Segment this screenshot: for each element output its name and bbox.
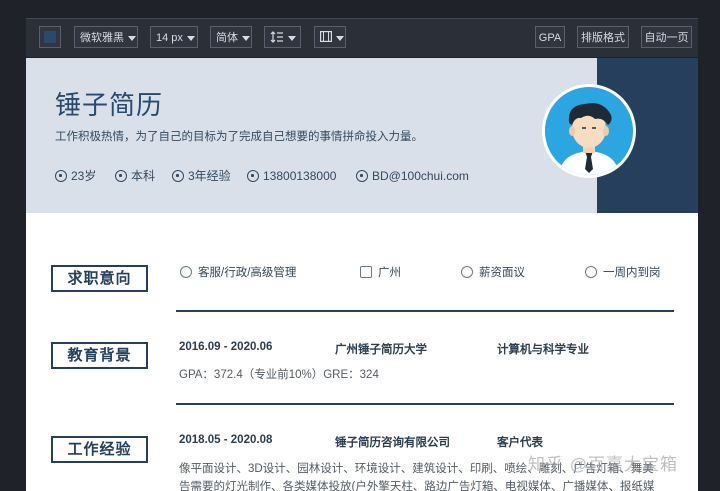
line-height-select[interactable] [264, 26, 301, 48]
auto-one-page-button[interactable]: 自动一页 [641, 26, 692, 48]
degree-icon [115, 170, 127, 182]
chevron-down-icon [242, 35, 250, 41]
tie-icon [180, 266, 192, 278]
education-school[interactable]: 广州锤子简历大学 [335, 341, 427, 357]
chevron-down-icon [336, 35, 344, 41]
resume-summary[interactable]: 工作积极热情，为了自己的目标为了完成自己想要的事情拼命投入力量。 [55, 128, 423, 144]
experience-icon [172, 170, 184, 182]
intent-position[interactable]: 客服/行政/高级管理 [180, 265, 296, 281]
section-divider [176, 403, 674, 405]
chevron-down-icon [288, 35, 296, 41]
layout-select[interactable] [314, 26, 346, 48]
email-icon [356, 170, 368, 182]
color-swatch [44, 31, 56, 43]
chevron-down-icon [128, 35, 136, 41]
work-date[interactable]: 2018.05 - 2020.08 [179, 434, 272, 446]
avatar[interactable] [542, 84, 636, 178]
font-family-select[interactable]: 微软雅黑 [74, 26, 138, 48]
info-age[interactable]: 23岁 [55, 168, 96, 184]
line-height-icon [270, 31, 283, 43]
intent-salary[interactable]: 薪资面议 [461, 265, 525, 281]
work-role[interactable]: 客户代表 [497, 434, 543, 450]
chevron-down-icon [186, 35, 195, 41]
education-detail[interactable]: GPA：372.4（专业前10%）GRE：324 [179, 366, 379, 382]
phone-icon [247, 170, 259, 182]
editor-toolbar: 微软雅黑 14 px 简体 GPA 排版格式 自动一页 [26, 18, 698, 57]
page-layout-icon [320, 31, 333, 43]
intent-availability[interactable]: 一周内到岗 [585, 265, 661, 281]
clock-icon [585, 266, 597, 278]
age-icon [55, 170, 67, 182]
info-degree[interactable]: 本科 [115, 168, 155, 184]
font-size-select[interactable]: 14 px [150, 26, 198, 48]
info-phone[interactable]: 13800138000 [247, 168, 336, 184]
work-company[interactable]: 锤子简历咨询有限公司 [335, 434, 450, 450]
resume-page: 锤子简历 工作积极热情，为了自己的目标为了完成自己想要的事情拼命投入力量。 23… [26, 58, 698, 491]
avatar-illustration [545, 87, 633, 175]
intent-city[interactable]: 广州 [360, 265, 401, 281]
building-icon [360, 266, 372, 278]
gpa-button[interactable]: GPA [535, 26, 565, 48]
yen-icon [461, 266, 473, 278]
resume-name[interactable]: 锤子简历 [55, 85, 163, 122]
section-divider [176, 310, 674, 312]
section-title-intent[interactable]: 求职意向 [51, 265, 148, 292]
education-date[interactable]: 2016.09 - 2020.06 [179, 341, 272, 353]
section-title-work[interactable]: 工作经验 [51, 436, 148, 463]
watermark: 知乎 @百嘉大宝箱 [528, 455, 678, 474]
script-select[interactable]: 简体 [210, 26, 252, 48]
info-experience[interactable]: 3年经验 [172, 168, 231, 184]
education-major[interactable]: 计算机与科学专业 [497, 341, 589, 357]
layout-format-button[interactable]: 排版格式 [577, 26, 629, 48]
section-title-education[interactable]: 教育背景 [51, 342, 148, 369]
work-detail-line[interactable]: 告需要的灯光制作、各类媒体投放(户外擎天柱、路边广告灯箱、电视媒体、广播媒体、报… [179, 478, 654, 491]
info-email[interactable]: BD@100chui.com [356, 168, 469, 184]
color-picker-button[interactable] [39, 26, 61, 48]
